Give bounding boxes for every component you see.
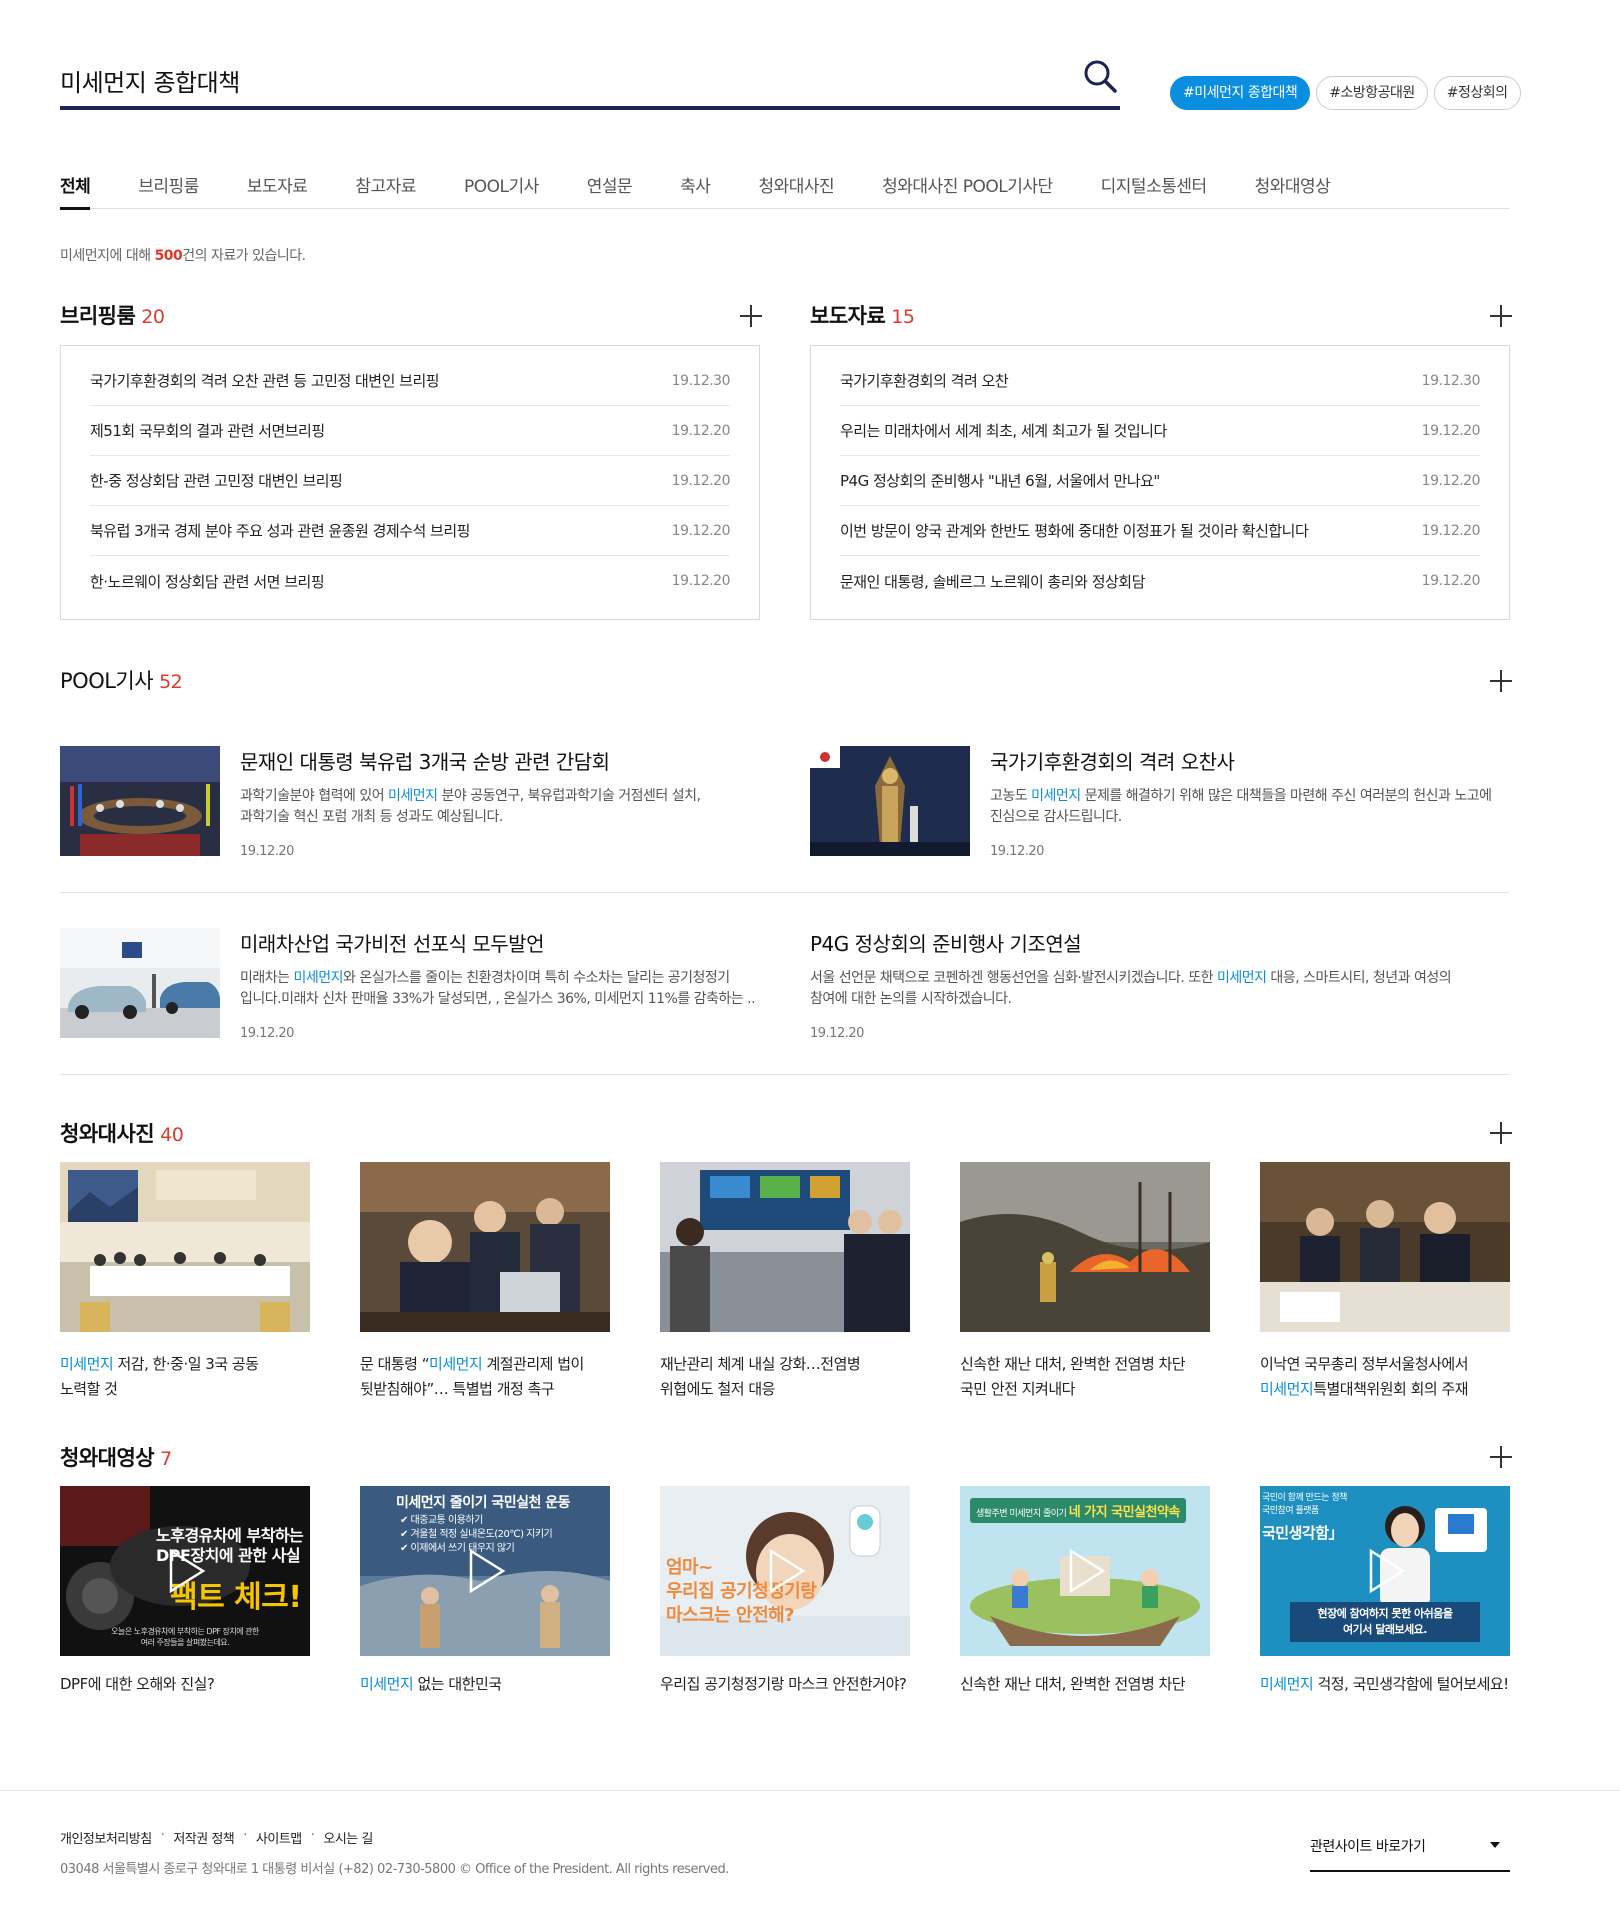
list-item[interactable]: 국가기후환경회의 격려 오찬 관련 등 고민정 대변인 브리핑 19.12.30 bbox=[90, 356, 731, 406]
footer-link-copyright[interactable]: 저작권 정책 bbox=[173, 1828, 234, 1847]
video-card[interactable]: 국민이 함께 만드는 정책 국민참여 플랫폼 국민생각함」 현장에 참여하지 못한… bbox=[1260, 1486, 1510, 1697]
search-icon[interactable] bbox=[1080, 56, 1120, 96]
divider bbox=[60, 892, 1509, 893]
list-item[interactable]: 한-중 정상회담 관련 고민정 대변인 브리핑 19.12.20 bbox=[90, 456, 731, 506]
photo-thumbnail bbox=[660, 1162, 910, 1332]
thumb-text: 미세먼지 줄이기 국민실천 운동 bbox=[396, 1495, 571, 1511]
thumb-text: 국민이 함께 만드는 정책 국민참여 플랫폼 bbox=[1262, 1493, 1347, 1516]
video-thumbnail: 미세먼지 줄이기 국민실천 운동 ✔ 대중교통 이용하기 ✔ 겨울철 적정 실내온… bbox=[360, 1486, 610, 1656]
chevron-down-icon bbox=[1490, 1842, 1500, 1848]
video-thumbnail: 국민이 함께 만드는 정책 국민참여 플랫폼 국민생각함」 현장에 참여하지 못한… bbox=[1260, 1486, 1510, 1656]
pool-article[interactable]: 국가기후환경회의 격려 오찬사 고농도 미세먼지 문제를 해결하기 위해 많은 … bbox=[810, 746, 1510, 926]
tab-photo-pool[interactable]: 청와대사진 POOL기사단 bbox=[882, 172, 1053, 209]
article-summary: 서울 선언문 채택으로 코펜하겐 행동선언을 심화·발전시키겠습니다. 또한 미… bbox=[810, 970, 1452, 1007]
tab-photos[interactable]: 청와대사진 bbox=[758, 172, 834, 209]
section-header-videos: 청와대영상 7 bbox=[60, 1446, 172, 1470]
article-summary: 미래차는 미세먼지와 온실가스를 줄이는 친환경차이며 특히 수소차는 달리는 … bbox=[240, 970, 756, 1007]
category-tabs: 전체 브리핑룸 보도자료 참고자료 POOL기사 연설문 축사 청와대사진 청와… bbox=[60, 172, 1509, 210]
photo-card[interactable]: 신속한 재난 대처, 완벽한 전염병 차단 국민 안전 지켜내다 bbox=[960, 1162, 1210, 1402]
more-plus-icon[interactable] bbox=[1490, 1446, 1512, 1468]
article-thumbnail bbox=[810, 746, 970, 856]
tab-all[interactable]: 전체 bbox=[60, 172, 91, 210]
divider bbox=[60, 1074, 1509, 1075]
list-item[interactable]: 제51회 국무회의 결과 관련 서면브리핑 19.12.20 bbox=[90, 406, 731, 456]
tab-digital[interactable]: 디지털소통센터 bbox=[1101, 172, 1207, 209]
footer-link-directions[interactable]: 오시는 길 bbox=[323, 1828, 373, 1847]
video-card[interactable]: 미세먼지 줄이기 국민실천 운동 ✔ 대중교통 이용하기 ✔ 겨울철 적정 실내온… bbox=[360, 1486, 610, 1697]
related-sites-select[interactable]: 관련사이트 바로가기 bbox=[1310, 1832, 1510, 1872]
tab-speech[interactable]: 연설문 bbox=[587, 172, 633, 209]
photo-card[interactable]: 문 대통령 “미세먼지 계절관리제 법이 뒷받침해야”… 특별법 개정 촉구 bbox=[360, 1162, 610, 1402]
video-thumbnail: 노후경유차에 부착하는 DPF장치에 관한 사실 팩트 체크! 오늘은 노후경유차… bbox=[60, 1486, 310, 1656]
pool-article[interactable]: 문재인 대통령 북유럽 3개국 순방 관련 간담회 과학기술분야 협력에 있어 … bbox=[60, 746, 760, 926]
pool-article[interactable]: 미래차산업 국가비전 선포식 모두발언 미래차는 미세먼지와 온실가스를 줄이는… bbox=[60, 928, 760, 1108]
photo-card[interactable]: 미세먼지 저감, 한·중·일 3국 공동 노력할 것 bbox=[60, 1162, 310, 1402]
tab-video[interactable]: 청와대영상 bbox=[1255, 172, 1331, 209]
section-header-press: 보도자료 15 bbox=[810, 304, 915, 328]
play-icon[interactable] bbox=[459, 1545, 511, 1597]
article-thumbnail bbox=[60, 928, 220, 1038]
tab-briefing[interactable]: 브리핑룸 bbox=[138, 172, 199, 209]
footer-link-sitemap[interactable]: 사이트맵 bbox=[256, 1828, 302, 1847]
list-item[interactable]: 한·노르웨이 정상회담 관련 서면 브리핑 19.12.20 bbox=[90, 556, 731, 606]
photo-thumbnail bbox=[1260, 1162, 1510, 1332]
article-thumbnail bbox=[60, 746, 220, 856]
video-card[interactable]: 생활주변 미세먼지 줄이기 네 가지 국민실천약속 신속한 재난 대처, 완벽한… bbox=[960, 1486, 1210, 1697]
list-item[interactable]: 이번 방문이 양국 관계와 한반도 평화에 중대한 이정표가 될 것이라 확신합… bbox=[840, 506, 1481, 556]
list-item[interactable]: 국가기후환경회의 격려 오찬 19.12.30 bbox=[840, 356, 1481, 406]
video-thumbnail: 생활주변 미세먼지 줄이기 네 가지 국민실천약속 bbox=[960, 1486, 1210, 1656]
list-item[interactable]: 북유럽 3개국 경제 분야 주요 성과 관련 윤종원 경제수석 브리핑 19.12… bbox=[90, 506, 731, 556]
footer-address: 03048 서울특별시 종로구 청와대로 1 대통령 비서실 (+82) 02-… bbox=[60, 1862, 729, 1877]
tab-pool[interactable]: POOL기사 bbox=[464, 172, 539, 209]
photo-card[interactable]: 이낙연 국무총리 정부서울청사에서 미세먼지특별대책위원회 회의 주재 bbox=[1260, 1162, 1510, 1402]
section-header-briefing: 브리핑룸 20 bbox=[60, 304, 165, 328]
photo-thumbnail bbox=[360, 1162, 610, 1332]
article-summary: 과학기술분야 협력에 있어 미세먼지 분야 공동연구, 북유럽과학기술 거점센터… bbox=[240, 788, 701, 825]
result-count: 미세먼지에 대해 500건의 자료가 있습니다. bbox=[60, 248, 306, 264]
briefing-list: 국가기후환경회의 격려 오찬 관련 등 고민정 대변인 브리핑 19.12.30 … bbox=[60, 345, 760, 620]
play-icon[interactable] bbox=[159, 1545, 211, 1597]
play-icon[interactable] bbox=[759, 1545, 811, 1597]
thumb-text: 생활주변 미세먼지 줄이기 네 가지 국민실천약속 bbox=[970, 1498, 1186, 1523]
play-icon[interactable] bbox=[1359, 1545, 1411, 1597]
more-plus-icon[interactable] bbox=[1490, 305, 1512, 327]
footer-divider bbox=[0, 1790, 1620, 1791]
search-input[interactable]: 미세먼지 종합대책 bbox=[60, 63, 240, 98]
play-icon[interactable] bbox=[1059, 1545, 1111, 1597]
list-item[interactable]: 문재인 대통령, 솔베르그 노르웨이 총리와 정상회담 19.12.20 bbox=[840, 556, 1481, 606]
section-header-pool: POOL기사 52 bbox=[60, 669, 183, 693]
footer-link-privacy[interactable]: 개인정보처리방침 bbox=[60, 1828, 152, 1847]
hashtag[interactable]: #미세먼지 종합대책 bbox=[1170, 76, 1311, 110]
video-card[interactable]: 노후경유차에 부착하는 DPF장치에 관한 사실 팩트 체크! 오늘은 노후경유차… bbox=[60, 1486, 310, 1697]
photo-thumbnail bbox=[60, 1162, 310, 1332]
thumb-text: 국민생각함」 bbox=[1262, 1524, 1344, 1542]
thumb-text: 현장에 참여하지 못한 아쉬움을 여기서 달래보세요. bbox=[1317, 1607, 1453, 1636]
more-plus-icon[interactable] bbox=[1490, 670, 1512, 692]
photo-thumbnail bbox=[960, 1162, 1210, 1332]
tab-reference[interactable]: 참고자료 bbox=[355, 172, 416, 209]
section-header-photos: 청와대사진 40 bbox=[60, 1122, 184, 1146]
press-list: 국가기후환경회의 격려 오찬 19.12.30 우리는 미래차에서 세계 최초, … bbox=[810, 345, 1510, 620]
more-plus-icon[interactable] bbox=[1490, 1122, 1512, 1144]
tab-press[interactable]: 보도자료 bbox=[247, 172, 308, 209]
hashtag-list: #미세먼지 종합대책 #소방항공대원 #정상회의 bbox=[1170, 76, 1521, 110]
tab-congrats[interactable]: 축사 bbox=[680, 172, 711, 209]
hashtag[interactable]: #정상회의 bbox=[1433, 76, 1521, 110]
video-card[interactable]: 엄마~ 우리집 공기청정기랑 마스크는 안전해? 우리집 공기청정기랑 마스크 안전… bbox=[660, 1486, 910, 1697]
footer-links: 개인정보처리방침 · 저작권 정책 · 사이트맵 · 오시는 길 bbox=[60, 1828, 373, 1847]
more-plus-icon[interactable] bbox=[740, 305, 762, 327]
video-thumbnail: 엄마~ 우리집 공기청정기랑 마스크는 안전해? bbox=[660, 1486, 910, 1656]
photo-card[interactable]: 재난관리 체계 내실 강화…전염병 위협에도 철저 대응 bbox=[660, 1162, 910, 1402]
thumb-text: 오늘은 노후경유차에 부착하는 DPF 장치에 관한 여러 주장들을 살펴봤는데요… bbox=[111, 1627, 259, 1647]
article-summary: 고농도 미세먼지 문제를 해결하기 위해 많은 대책들을 마련해 주신 여러분의… bbox=[990, 788, 1492, 825]
list-item[interactable]: P4G 정상회의 준비행사 "내년 6월, 서울에서 만나요" 19.12.20 bbox=[840, 456, 1481, 506]
hashtag[interactable]: #소방항공대원 bbox=[1316, 76, 1428, 110]
search-bar[interactable]: 미세먼지 종합대책 bbox=[60, 50, 1120, 110]
pool-article[interactable]: P4G 정상회의 준비행사 기조연설 서울 선언문 채택으로 코펜하겐 행동선언… bbox=[810, 928, 1510, 1108]
list-item[interactable]: 우리는 미래차에서 세계 최초, 세계 최고가 될 것입니다 19.12.20 bbox=[840, 406, 1481, 456]
